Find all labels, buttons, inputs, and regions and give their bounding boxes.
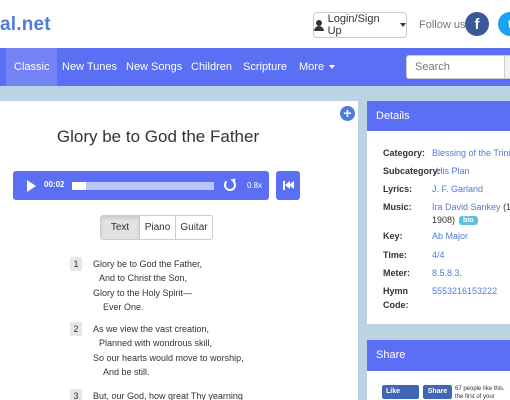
composer-link[interactable]: Ira David Sankey bbox=[432, 202, 501, 212]
composer-dates: (1 bbox=[503, 202, 510, 212]
tab-guitar[interactable]: Guitar bbox=[175, 215, 213, 240]
add-icon[interactable]: + bbox=[340, 106, 355, 121]
category-link[interactable]: Blessing of the Trini bbox=[432, 148, 510, 158]
bio-badge[interactable]: bio bbox=[459, 216, 478, 226]
nav-item-children[interactable]: Children bbox=[183, 48, 240, 86]
music-link: Ira David Sankey (1 bbox=[432, 202, 510, 212]
site-logo[interactable]: al.net bbox=[0, 14, 51, 36]
nav-item-new-tunes[interactable]: New Tunes bbox=[54, 48, 125, 86]
lyrics-label: Lyrics: bbox=[383, 184, 413, 194]
share-heading: Share bbox=[367, 340, 510, 371]
category-label: Category: bbox=[383, 148, 426, 158]
login-signup-button[interactable]: Login/Sign Up bbox=[313, 12, 407, 38]
progress-track[interactable] bbox=[72, 182, 214, 190]
time-link[interactable]: 4/4 bbox=[432, 250, 445, 260]
nav-item-new-songs[interactable]: New Songs bbox=[118, 48, 190, 86]
verse-line: And be still. bbox=[103, 367, 150, 377]
playback-speed[interactable]: 0.8x bbox=[247, 181, 262, 190]
view-tabs: Text Piano Guitar bbox=[100, 215, 213, 240]
time-label: Time: bbox=[383, 250, 407, 260]
facebook-like-button[interactable]: Like bbox=[382, 385, 419, 399]
music-year-row: 1908) bio bbox=[432, 215, 478, 226]
verse-line: Planned with wondrous skill, bbox=[99, 338, 213, 348]
verse-number: 1 bbox=[70, 257, 82, 271]
caret-down-icon bbox=[400, 23, 406, 27]
audio-player: 00:02 0.8x bbox=[13, 171, 269, 200]
nav-item-scripture[interactable]: Scripture bbox=[235, 48, 295, 86]
facebook-icon[interactable]: f bbox=[465, 12, 489, 36]
follow-us-label: Follow us: bbox=[419, 19, 469, 31]
key-link[interactable]: Ab Major bbox=[432, 231, 468, 241]
meter-link[interactable]: 8.5.8.3. bbox=[432, 268, 462, 278]
tab-piano[interactable]: Piano bbox=[139, 215, 176, 240]
search-button[interactable] bbox=[504, 55, 510, 79]
search-input[interactable] bbox=[406, 55, 506, 79]
subcategory-label: Subcategory: bbox=[383, 166, 441, 176]
login-signup-label: Login/Sign Up bbox=[327, 13, 380, 37]
lyrics-link[interactable]: J. F. Garland bbox=[432, 184, 483, 194]
nav-item-more[interactable]: More bbox=[291, 48, 343, 86]
current-time: 00:02 bbox=[44, 180, 65, 189]
meter-label: Meter: bbox=[383, 268, 411, 278]
details-heading: Details bbox=[367, 101, 510, 131]
hymn-code-link[interactable]: 5553216153222 bbox=[432, 286, 497, 296]
verse-line: Ever One. bbox=[103, 302, 144, 312]
hymn-title: Glory be to God the Father bbox=[56, 127, 260, 146]
user-icon bbox=[314, 19, 324, 31]
hymn-code-label: Hymn bbox=[383, 286, 409, 296]
verse-line: Glory to the Holy Spirit— bbox=[93, 288, 193, 298]
music-label: Music: bbox=[383, 202, 412, 212]
caret-down-icon bbox=[329, 65, 336, 70]
replay-icon[interactable] bbox=[224, 179, 236, 191]
key-label: Key: bbox=[383, 231, 403, 241]
nav-item-more-label: More bbox=[299, 61, 325, 73]
verse-line: Glory be to God the Father, bbox=[93, 259, 203, 269]
like-count-text: 67 people like this. the first of your bbox=[455, 386, 505, 400]
hymn-code-label-2: Code: bbox=[383, 300, 409, 310]
verse-line: As we view the vast creation, bbox=[93, 324, 210, 334]
rewind-button[interactable] bbox=[276, 171, 300, 200]
verse-line: But, our God, how great Thy yearning bbox=[93, 391, 243, 400]
nav-item-classic[interactable]: Classic bbox=[6, 48, 58, 86]
play-icon[interactable] bbox=[27, 180, 36, 192]
verse-line: And to Christ the Son, bbox=[99, 273, 188, 283]
composer-year: 1908) bbox=[432, 215, 456, 225]
rewind-icon-arrow bbox=[289, 181, 294, 189]
progress-fill bbox=[72, 182, 87, 190]
tab-text[interactable]: Text bbox=[100, 215, 140, 240]
verse-line: So our hearts would move to worship, bbox=[93, 353, 244, 363]
like-label: Like bbox=[386, 388, 401, 395]
verse-number: 3 bbox=[70, 389, 82, 400]
verse-number: 2 bbox=[70, 322, 82, 336]
subcategory-link[interactable]: His Plan bbox=[436, 166, 470, 176]
facebook-share-button[interactable]: Share bbox=[423, 385, 452, 399]
